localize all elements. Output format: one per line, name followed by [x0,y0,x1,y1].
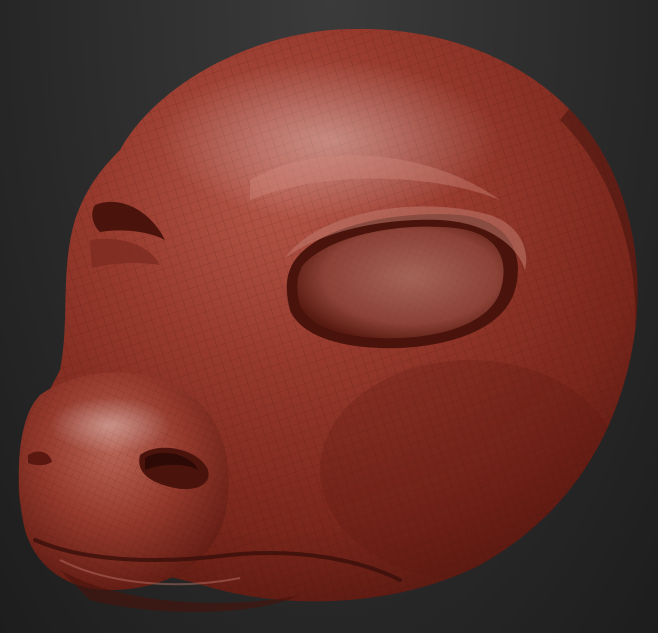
3d-viewport[interactable] [0,0,658,633]
sculpt-render [18,28,638,612]
